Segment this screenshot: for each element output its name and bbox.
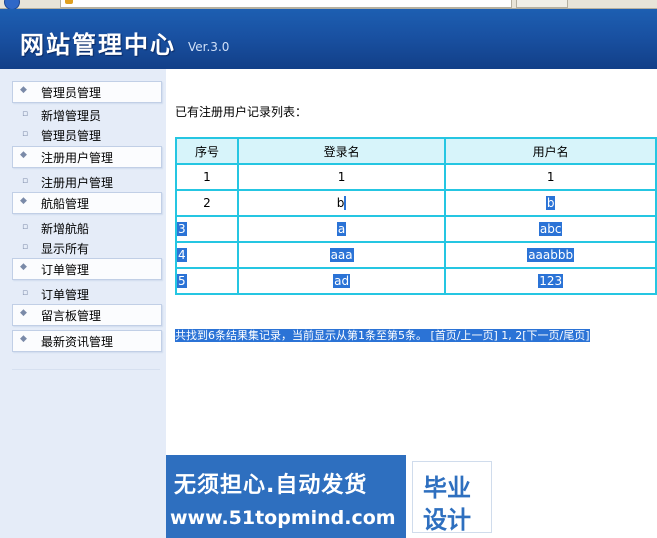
table-header-row: 序号 登录名 用户名 xyxy=(175,137,657,165)
watermark-logo: 毕业 设计 xyxy=(412,461,492,534)
watermark-logo-panel: 毕业 设计 xyxy=(406,455,495,538)
cell-text: 5 xyxy=(177,274,187,288)
sidebar-divider xyxy=(12,369,160,370)
nav-group-admin[interactable]: ◆ 管理员管理 xyxy=(12,81,162,103)
nav-group-label: 航船管理 xyxy=(41,197,90,211)
nav-group-ships[interactable]: ◆ 航船管理 xyxy=(12,192,162,214)
pagination[interactable]: 共找到6条结果集记录，当前显示从第1条至第5条。 [首页/上一页] 1, 2[下… xyxy=(175,327,590,343)
watermark-text-panel: 无须担心.自动发货 www.51topmind.com xyxy=(166,455,406,538)
sidebar: ◆ 管理员管理 ▫ 新增管理员 ▫ 管理员管理 ◆ 注册用户管理 ▫ 注册用户管… xyxy=(0,69,167,538)
nav-group-users[interactable]: ◆ 注册用户管理 xyxy=(12,146,162,168)
cell-text: a xyxy=(336,222,347,236)
nav-group-label: 管理员管理 xyxy=(41,86,102,100)
list-title: 已有注册用户记录列表： xyxy=(175,105,308,119)
watermark-slogan: 无须担心.自动发货 xyxy=(174,473,368,498)
user-table: 序号 登录名 用户名 1 1 1 2 b b 3 a abc 4 aaa aaa… xyxy=(175,137,657,295)
column-header-username: 用户名 xyxy=(444,137,657,165)
table-row: 2 b b xyxy=(175,189,657,217)
cell-index: 2 xyxy=(175,189,239,217)
bullet-icon: ▫ xyxy=(22,222,29,232)
nav-group-label: 最新资讯管理 xyxy=(41,335,114,349)
nav-group-messages[interactable]: ◆ 留言板管理 xyxy=(12,304,162,326)
nav-group-label: 注册用户管理 xyxy=(41,151,114,165)
nav-item-label: 显示所有 xyxy=(41,242,90,256)
table-row: 4 aaa aaabbb xyxy=(175,241,657,269)
cell-index: 4 xyxy=(175,241,239,269)
table-row: 1 1 1 xyxy=(175,163,657,191)
nav-group-orders[interactable]: ◆ 订单管理 xyxy=(12,258,162,280)
bullet-icon: ▫ xyxy=(22,129,29,139)
nav-item-label: 订单管理 xyxy=(41,288,90,302)
bullet-icon: ▫ xyxy=(22,176,29,186)
address-bar[interactable] xyxy=(60,0,512,8)
bullet-icon: ◆ xyxy=(20,308,27,318)
site-title: 网站管理中心 xyxy=(20,31,176,59)
cell-login[interactable]: aaa xyxy=(236,241,447,269)
nav-item-label: 注册用户管理 xyxy=(41,176,114,190)
cell-login[interactable]: a xyxy=(236,215,447,243)
cell-text: b xyxy=(545,196,556,210)
cell-username: 1 xyxy=(444,163,657,191)
watermark-logo-text: 毕业 xyxy=(423,474,471,502)
nav-item-label: 新增管理员 xyxy=(41,109,102,123)
nav-item-label: 新增航船 xyxy=(41,222,90,236)
site-version: Ver.3.0 xyxy=(188,40,230,54)
cell-index: 5 xyxy=(175,267,239,295)
watermark-url: www.51topmind.com xyxy=(170,507,396,529)
cell-index: 3 xyxy=(175,215,239,243)
cell-text: 3 xyxy=(177,222,187,236)
column-header-index: 序号 xyxy=(175,137,239,165)
site-header: 网站管理中心 Ver.3.0 xyxy=(0,9,657,69)
bullet-icon: ◆ xyxy=(20,334,27,344)
cell-text: ad xyxy=(333,274,351,288)
table-row: 5 ad 123 xyxy=(175,267,657,295)
toolbar-button[interactable] xyxy=(516,0,568,8)
cell-username: 123 xyxy=(444,267,657,295)
page-icon xyxy=(65,0,73,4)
nav-group-label: 订单管理 xyxy=(41,263,90,277)
bullet-icon: ▫ xyxy=(22,109,29,119)
bullet-icon: ◆ xyxy=(20,262,27,272)
pagination-text: 共找到6条结果集记录，当前显示从第1条至第5条。 [首页/上一页] 1, 2[下… xyxy=(175,329,590,342)
table-row: 3 a abc xyxy=(175,215,657,243)
cell-index: 1 xyxy=(175,163,239,191)
column-header-login: 登录名 xyxy=(236,137,447,165)
cell-text: 1 xyxy=(337,170,346,184)
cell-username: abc xyxy=(444,215,657,243)
cell-text: 123 xyxy=(538,274,564,288)
bullet-icon: ◆ xyxy=(20,85,27,95)
selection-caret xyxy=(344,196,347,210)
cell-login[interactable]: ad xyxy=(236,267,447,295)
nav-group-label: 留言板管理 xyxy=(41,309,102,323)
cell-text: aaa xyxy=(329,248,354,262)
browser-toolbar xyxy=(0,0,657,10)
cell-login[interactable]: b xyxy=(236,189,447,217)
cell-text: 4 xyxy=(177,248,187,262)
cell-text: aaabbb xyxy=(527,248,575,262)
cell-username: b xyxy=(444,189,657,217)
bullet-icon: ▫ xyxy=(22,242,29,252)
bullet-icon: ◆ xyxy=(20,150,27,160)
bullet-icon: ◆ xyxy=(20,196,27,206)
cell-login[interactable]: 1 xyxy=(236,163,447,191)
nav-item-label: 管理员管理 xyxy=(41,129,102,143)
cell-username: aaabbb xyxy=(444,241,657,269)
nav-group-news[interactable]: ◆ 最新资讯管理 xyxy=(12,330,162,352)
bullet-icon: ▫ xyxy=(22,288,29,298)
cell-text: abc xyxy=(538,222,563,236)
watermark-logo-text: 设计 xyxy=(423,506,471,534)
watermark-banner: 无须担心.自动发货 www.51topmind.com 毕业 设计 xyxy=(166,455,495,538)
